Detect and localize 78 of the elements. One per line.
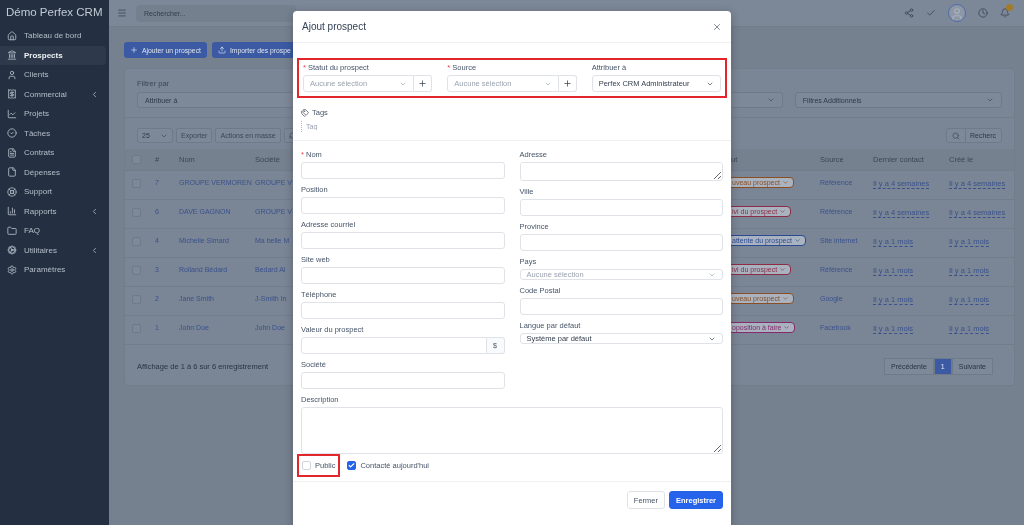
sidebar-item[interactable]: Support bbox=[0, 182, 106, 202]
sidebar-item[interactable]: Tâches bbox=[0, 123, 106, 143]
input-field[interactable] bbox=[301, 232, 505, 249]
document-icon bbox=[7, 147, 17, 158]
sidebar-item[interactable]: Clients bbox=[0, 65, 106, 85]
search-icon bbox=[952, 131, 960, 140]
sidebar-item[interactable]: Utilitaires bbox=[0, 240, 106, 260]
sidebar-item[interactable]: Projets bbox=[0, 104, 106, 124]
check-circle-icon bbox=[7, 128, 17, 139]
dialog-title: Ajout prospect bbox=[302, 21, 366, 32]
input-field[interactable] bbox=[301, 267, 505, 284]
input-field[interactable] bbox=[301, 197, 505, 214]
sidebar-item[interactable]: Paramètres bbox=[0, 260, 106, 280]
sidebar-label: Tâches bbox=[24, 128, 52, 138]
menu-icon[interactable] bbox=[117, 8, 127, 18]
sidebar-label: Clients bbox=[24, 70, 50, 80]
sidebar-label: Projets bbox=[24, 109, 50, 119]
close-button[interactable] bbox=[712, 21, 722, 32]
user-icon bbox=[7, 69, 17, 80]
chevron-down-icon bbox=[793, 237, 801, 244]
textarea-field[interactable] bbox=[301, 407, 723, 454]
bar-chart-icon bbox=[7, 206, 17, 217]
receipt-icon bbox=[7, 89, 17, 100]
sidebar-item[interactable]: Contrats bbox=[0, 143, 106, 163]
sidebar-label: Contrats bbox=[24, 148, 56, 158]
chevron-down-icon bbox=[781, 179, 789, 186]
bank-icon bbox=[7, 50, 17, 61]
input-field[interactable] bbox=[519, 234, 723, 251]
checkbox[interactable] bbox=[347, 461, 357, 470]
house-icon bbox=[7, 30, 17, 41]
chevron-down-icon bbox=[779, 266, 787, 273]
sidebar-label: Utilitaires bbox=[24, 245, 58, 255]
close-icon bbox=[712, 21, 722, 32]
sidebar-item[interactable]: Rapports bbox=[0, 201, 106, 221]
sidebar-label: Support bbox=[24, 187, 54, 197]
chevron-down-icon bbox=[783, 324, 791, 331]
brand-title: Démo Perfex CRM bbox=[5, 5, 104, 20]
add-button[interactable] bbox=[414, 75, 433, 92]
avatar[interactable] bbox=[948, 4, 966, 22]
input-field[interactable] bbox=[301, 162, 505, 179]
input-field[interactable] bbox=[301, 337, 487, 354]
sidebar-label: Dépenses bbox=[24, 167, 62, 177]
plus-icon bbox=[562, 79, 572, 88]
chevron-down-icon bbox=[781, 295, 789, 302]
input-field[interactable] bbox=[519, 298, 723, 315]
cogs-icon bbox=[7, 245, 17, 256]
sidebar-item[interactable]: Commercial bbox=[0, 84, 106, 104]
input-field[interactable] bbox=[519, 199, 723, 216]
sidebar-label: FAQ bbox=[24, 226, 41, 236]
sidebar-item[interactable]: Dépenses bbox=[0, 162, 106, 182]
lifebuoy-icon bbox=[7, 186, 17, 197]
settings-icon bbox=[7, 264, 17, 275]
sidebar-item[interactable]: Tableau de bord bbox=[0, 26, 106, 46]
chevron-down-icon bbox=[779, 208, 787, 215]
sidebar-label: Paramètres bbox=[24, 265, 67, 275]
tag-icon bbox=[301, 108, 309, 117]
check-icon[interactable] bbox=[926, 8, 936, 18]
input-field[interactable] bbox=[301, 372, 505, 389]
folder-icon bbox=[7, 225, 17, 236]
line-chart-icon bbox=[7, 108, 17, 119]
chevron-down-icon bbox=[986, 96, 994, 104]
upload-icon bbox=[217, 46, 226, 54]
sidebar-item[interactable]: FAQ bbox=[0, 221, 106, 241]
sidebar-label: Commercial bbox=[24, 89, 68, 99]
clock-icon[interactable] bbox=[978, 8, 988, 18]
file-icon bbox=[7, 167, 17, 178]
sidebar-label: Rapports bbox=[24, 206, 58, 216]
plus-icon bbox=[130, 46, 138, 54]
refresh-icon bbox=[288, 132, 296, 139]
add-button[interactable] bbox=[558, 75, 577, 92]
sidebar-label: Tableau de bord bbox=[24, 31, 83, 41]
chevron-down-icon bbox=[766, 96, 775, 104]
sidebar-item[interactable]: Prospects bbox=[0, 45, 106, 65]
plus-icon bbox=[418, 79, 428, 88]
sidebar-label: Prospects bbox=[24, 50, 64, 60]
input-field[interactable] bbox=[301, 302, 505, 319]
textarea-field[interactable] bbox=[519, 162, 723, 181]
share-icon[interactable] bbox=[904, 8, 914, 18]
